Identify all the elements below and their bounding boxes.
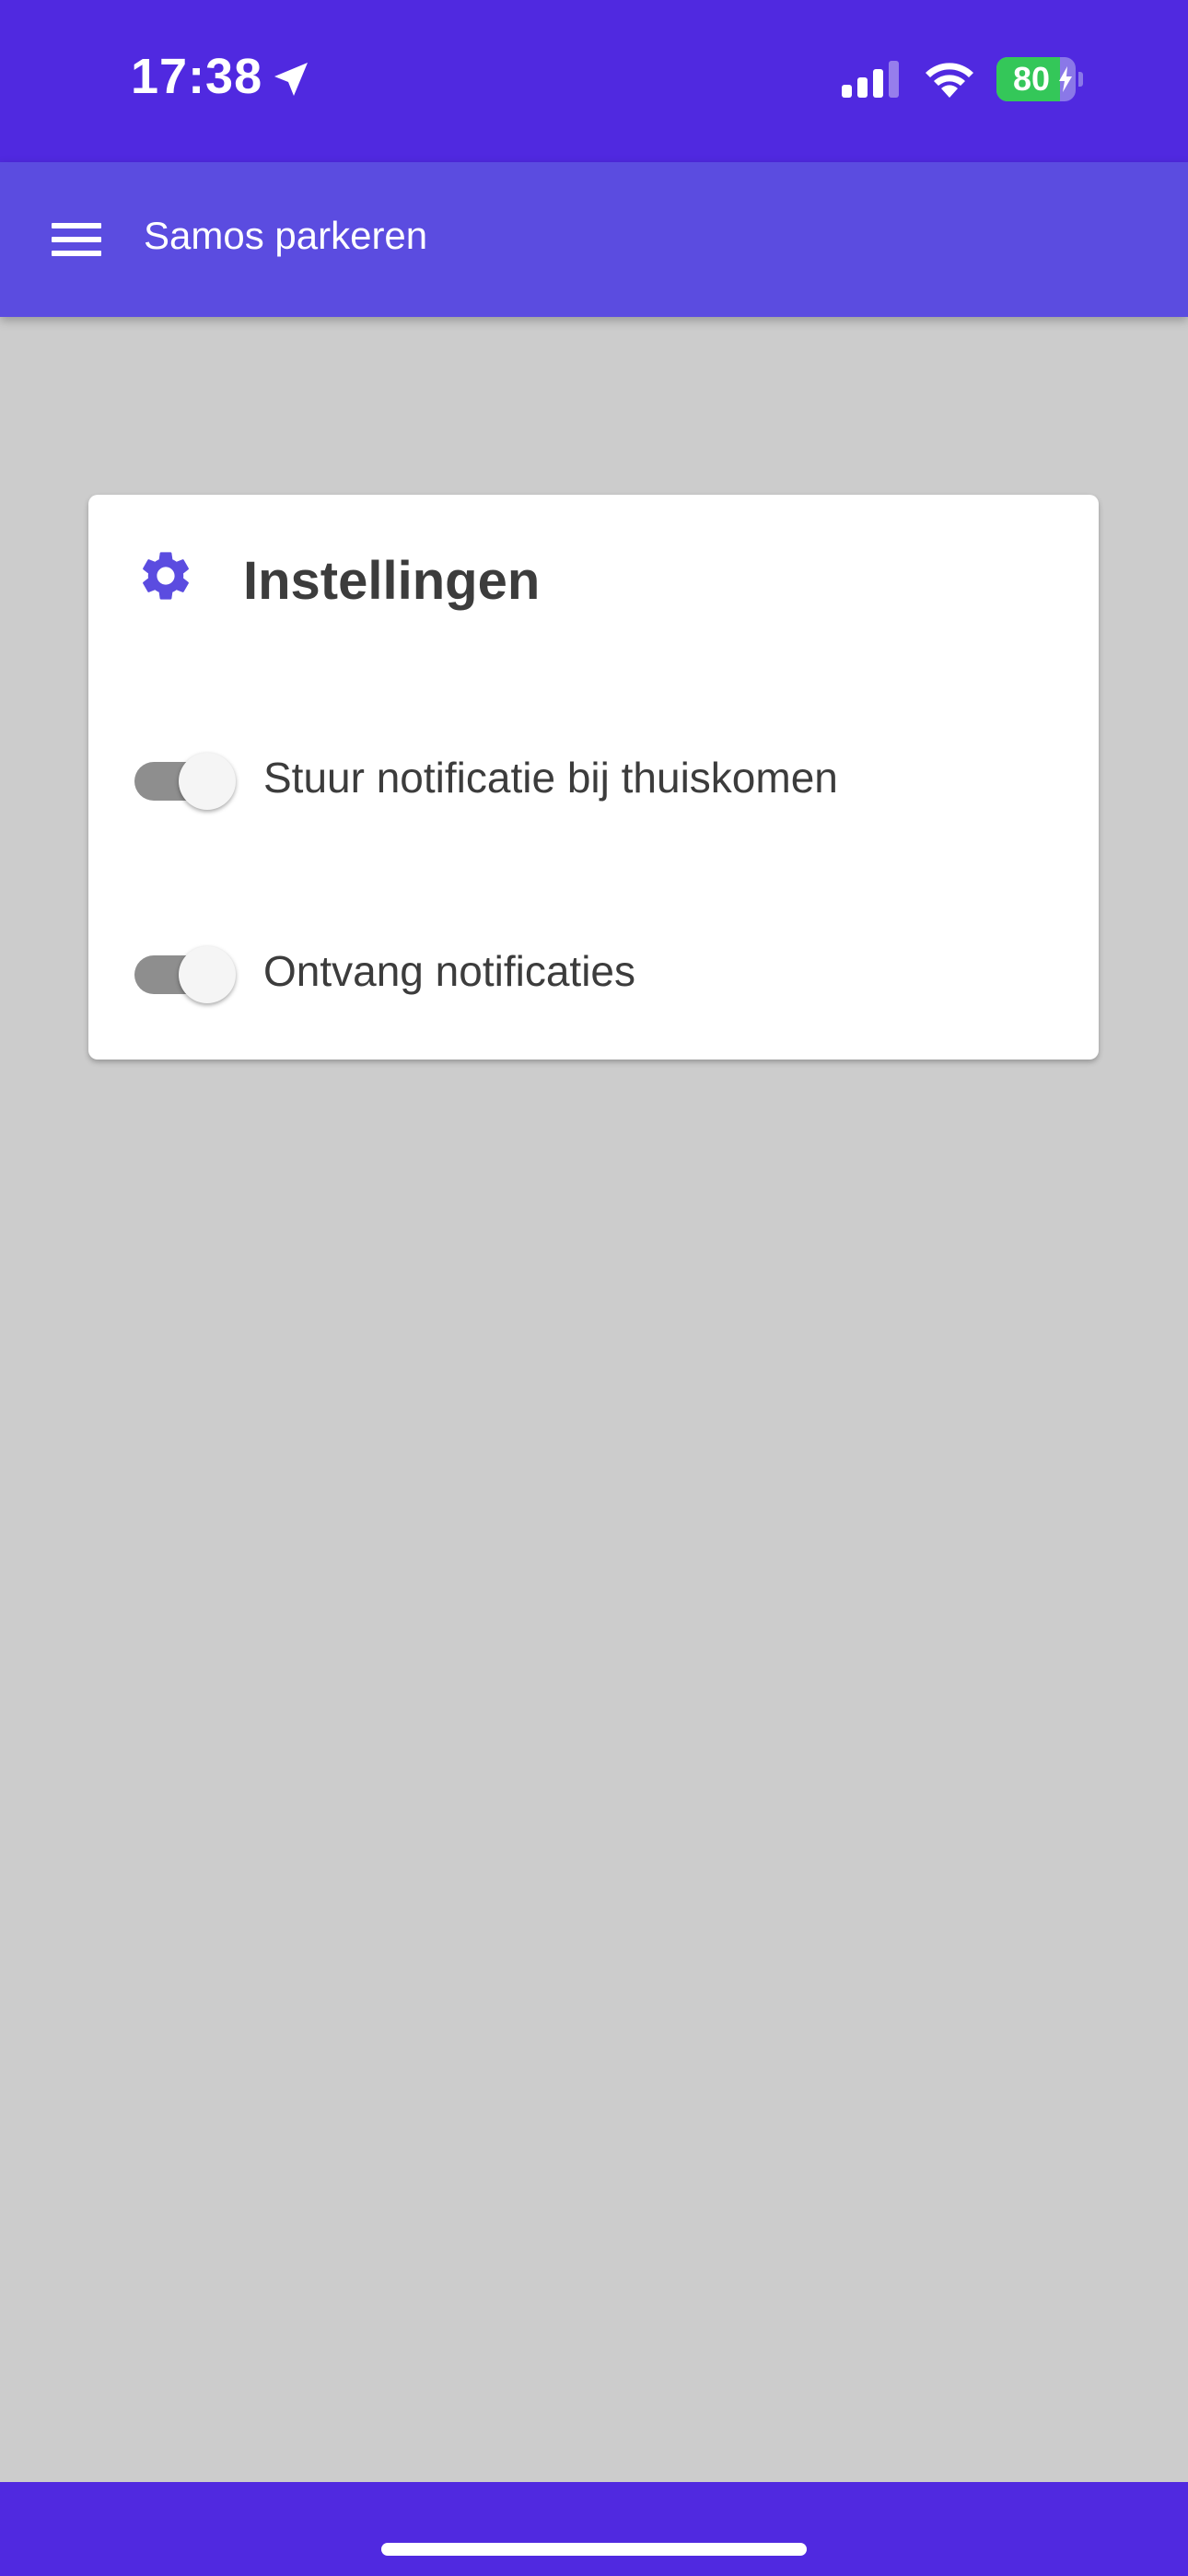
bottom-bar <box>0 2482 1188 2576</box>
app-screen: 17:38 80 Samos parkeren Instellingen Stu… <box>0 0 1188 2576</box>
charging-bolt-icon <box>1059 66 1072 92</box>
setting-row-notify-home: Stuur notificatie bij thuiskomen <box>88 720 1099 821</box>
settings-card: Instellingen Stuur notificatie bij thuis… <box>88 495 1099 1060</box>
receive-notifications-toggle[interactable] <box>134 941 238 1011</box>
gear-icon <box>143 552 189 600</box>
home-indicator[interactable] <box>381 2543 807 2556</box>
app-bar: Samos parkeren <box>0 162 1188 317</box>
battery-body: 80 <box>996 57 1076 101</box>
battery-indicator: 80 <box>996 57 1083 101</box>
card-title: Instellingen <box>243 551 541 611</box>
menu-bar-bottom <box>52 251 101 256</box>
battery-level: 80 <box>1012 60 1051 98</box>
menu-bar-top <box>52 223 101 228</box>
receive-notifications-label[interactable]: Ontvang notificaties <box>263 946 635 996</box>
menu-bar-middle <box>52 237 101 242</box>
wifi-icon <box>926 63 973 98</box>
notify-home-label[interactable]: Stuur notificatie bij thuiskomen <box>263 753 838 802</box>
location-arrow-icon <box>274 63 308 96</box>
notify-home-toggle[interactable] <box>134 747 238 817</box>
signal-icon <box>842 61 899 98</box>
setting-row-receive-notifications: Ontvang notificaties <box>88 913 1099 1014</box>
app-title: Samos parkeren <box>144 214 428 257</box>
battery-cap <box>1078 72 1083 87</box>
card-header: Instellingen <box>88 495 1099 670</box>
toggle-thumb <box>179 753 236 810</box>
hamburger-menu-icon[interactable] <box>37 199 118 280</box>
toggle-thumb <box>179 946 236 1003</box>
status-bar: 17:38 80 <box>0 0 1188 162</box>
status-time: 17:38 <box>131 49 263 104</box>
